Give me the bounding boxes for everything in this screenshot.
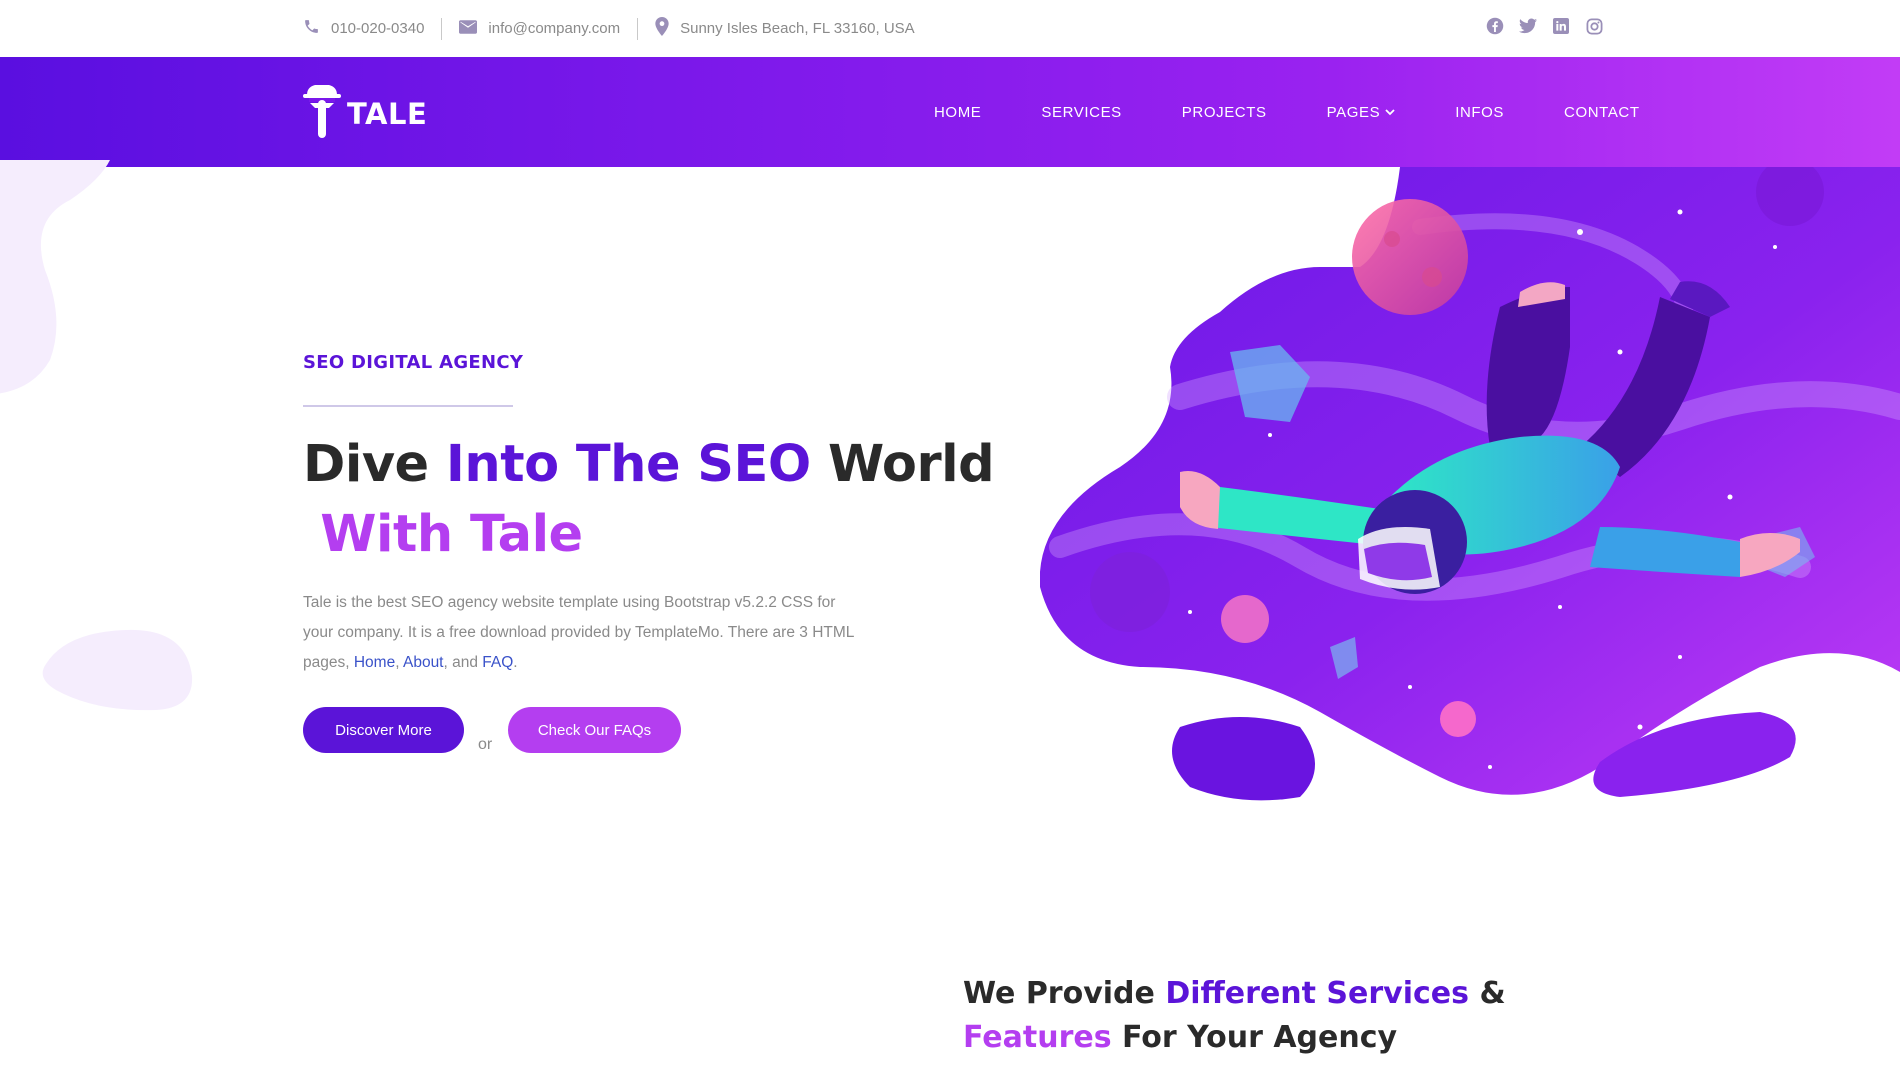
link-home[interactable]: Home <box>354 654 395 671</box>
envelope-icon <box>459 19 488 38</box>
description-text: , and <box>443 654 483 671</box>
services-title-text: & <box>1469 976 1506 1011</box>
chevron-down-icon <box>1385 108 1395 116</box>
twitter-icon[interactable] <box>1519 17 1537 35</box>
title-text: World <box>810 435 995 494</box>
phone-number: 010-020-0340 <box>331 20 425 37</box>
hero-description: Tale is the best SEO agency website temp… <box>303 588 863 678</box>
services-title-text: For Your Agency <box>1111 1020 1398 1055</box>
services-title-highlight: Different Services <box>1165 976 1470 1011</box>
email-info: info@company.com <box>459 19 620 38</box>
linkedin-icon[interactable] <box>1552 17 1570 35</box>
decorative-blob <box>0 160 110 394</box>
discover-more-button[interactable]: Discover More <box>303 707 464 753</box>
main-header: TALE HOME SERVICES PROJECTS PAGES INFOS … <box>0 57 1900 167</box>
phone-icon <box>303 18 331 39</box>
nav-services[interactable]: SERVICES <box>1041 104 1121 121</box>
hero-subtitle: SEO DIGITAL AGENCY <box>303 352 524 373</box>
check-faqs-button[interactable]: Check Our FAQs <box>508 707 681 753</box>
nav-home[interactable]: HOME <box>934 104 981 121</box>
social-links <box>1486 17 1603 35</box>
main-nav: HOME SERVICES PROJECTS PAGES INFOS CONTA… <box>934 57 1640 167</box>
divider <box>637 17 639 40</box>
nav-pages[interactable]: PAGES <box>1327 104 1396 121</box>
address-info: Sunny Isles Beach, FL 33160, USA <box>655 17 915 40</box>
hero-divider <box>303 405 513 407</box>
brand-name: TALE <box>347 96 428 131</box>
email-address[interactable]: info@company.com <box>488 20 620 37</box>
services-title-accent: Features <box>963 1020 1112 1055</box>
address-text: Sunny Isles Beach, FL 33160, USA <box>680 20 915 37</box>
description-text: . <box>513 654 518 671</box>
instagram-icon[interactable] <box>1585 17 1603 35</box>
description-text: , <box>395 654 403 671</box>
title-highlight: Into The SEO <box>445 435 811 494</box>
link-about[interactable]: About <box>403 654 444 671</box>
divider <box>441 17 443 40</box>
services-title-text: We Provide <box>963 976 1166 1011</box>
title-text: Dive <box>303 435 446 494</box>
map-pin-icon <box>655 17 680 40</box>
nav-contact[interactable]: CONTACT <box>1564 104 1640 121</box>
decorative-blob <box>42 629 193 711</box>
link-faq[interactable]: FAQ <box>482 654 513 671</box>
services-title: We Provide Different Services & Features… <box>963 972 1523 1060</box>
or-label: or <box>478 736 493 753</box>
title-accent: With Tale <box>320 505 583 564</box>
facebook-icon[interactable] <box>1486 17 1504 35</box>
hero-illustration <box>1040 167 1900 801</box>
nav-projects[interactable]: PROJECTS <box>1182 104 1267 121</box>
hero-title: Dive Into The SEO World With Tale <box>303 430 1003 570</box>
logo-icon <box>303 81 341 146</box>
top-info-bar: 010-020-0340 info@company.com Sunny Isle… <box>0 0 1900 57</box>
nav-infos[interactable]: INFOS <box>1455 104 1504 121</box>
logo[interactable]: TALE <box>303 81 427 146</box>
phone-info: 010-020-0340 <box>303 18 424 39</box>
contact-info: 010-020-0340 info@company.com Sunny Isle… <box>303 0 915 57</box>
nav-pages-label: PAGES <box>1326 103 1381 121</box>
